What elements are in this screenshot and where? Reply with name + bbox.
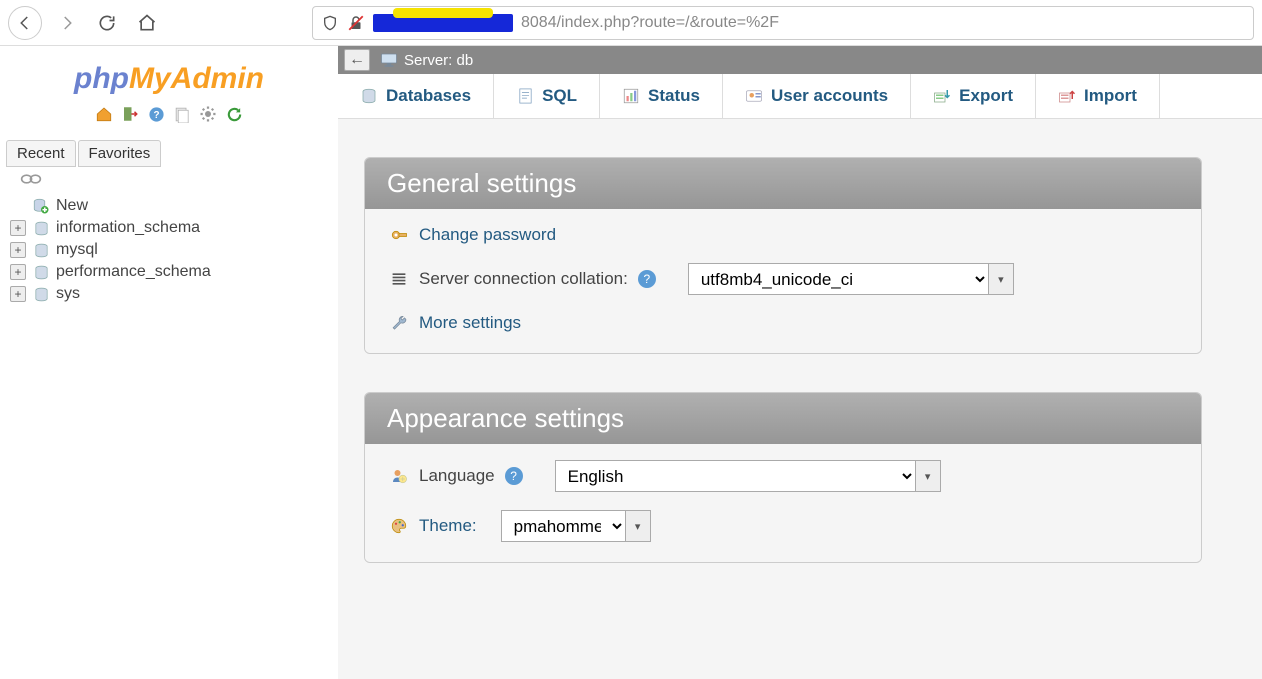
- db-icon: [32, 285, 50, 303]
- tab-label: User accounts: [771, 86, 888, 106]
- collation-label: Server connection collation:: [419, 269, 628, 289]
- db-icon: [32, 241, 50, 259]
- collation-icon: [389, 269, 409, 289]
- sidebar: phpMyAdmin ? Recent Favorites New +: [0, 46, 338, 679]
- tree-label: mysql: [56, 241, 98, 259]
- language-icon: [389, 466, 409, 486]
- key-lock-icon: [389, 225, 409, 245]
- tab-import[interactable]: Import: [1036, 74, 1160, 118]
- panel-general-settings: General settings Change password Server …: [364, 157, 1202, 354]
- tab-export[interactable]: Export: [911, 74, 1036, 118]
- tree-item-sys[interactable]: + sys: [6, 283, 332, 305]
- help-icon[interactable]: ?: [638, 270, 656, 288]
- lock-slash-icon[interactable]: [347, 14, 365, 32]
- content-area: ← Server: db Databases SQL Status User a…: [338, 46, 1262, 679]
- tree-label: New: [56, 197, 88, 215]
- collation-select-wrap[interactable]: utf8mb4_unicode_ci ▾: [688, 263, 1014, 295]
- tree-label: information_schema: [56, 219, 200, 237]
- sql-query-icon[interactable]: [172, 104, 192, 124]
- dropdown-chevron-icon[interactable]: ▾: [988, 263, 1014, 295]
- theme-select[interactable]: pmahomme: [501, 510, 625, 542]
- export-icon: [933, 87, 951, 105]
- wrench-icon: [389, 313, 409, 333]
- dropdown-chevron-icon[interactable]: ▾: [915, 460, 941, 492]
- url-text: 8084/index.php?route=/&route=%2F: [521, 14, 779, 32]
- reload-button[interactable]: [92, 8, 122, 38]
- panel-title: Appearance settings: [365, 393, 1201, 444]
- tab-label: Status: [648, 86, 700, 106]
- change-password-link[interactable]: Change password: [419, 225, 556, 245]
- expand-icon[interactable]: +: [10, 242, 26, 258]
- forward-button[interactable]: [52, 8, 82, 38]
- expand-icon[interactable]: +: [10, 264, 26, 280]
- url-redacted: [373, 14, 513, 32]
- address-bar[interactable]: 8084/index.php?route=/&route=%2F: [312, 6, 1254, 40]
- tab-label: SQL: [542, 86, 577, 106]
- sidebar-tabs: Recent Favorites: [6, 140, 332, 167]
- dropdown-chevron-icon[interactable]: ▾: [625, 510, 651, 542]
- expand-placeholder: [10, 198, 26, 214]
- language-select-wrap[interactable]: English ▾: [555, 460, 941, 492]
- db-icon: [32, 219, 50, 237]
- tree-item-information-schema[interactable]: + information_schema: [6, 217, 332, 239]
- home-icon[interactable]: [94, 104, 114, 124]
- users-icon: [745, 87, 763, 105]
- db-icon: [32, 263, 50, 281]
- back-button[interactable]: [8, 6, 42, 40]
- sidebar-icon-toolbar: ?: [6, 100, 332, 134]
- tab-label: Import: [1084, 86, 1137, 106]
- main-tabs: Databases SQL Status User accounts Expor…: [338, 74, 1262, 119]
- server-icon: [380, 52, 398, 68]
- new-db-icon: [32, 197, 50, 215]
- server-bar: ← Server: db: [338, 46, 1262, 74]
- tree-item-mysql[interactable]: + mysql: [6, 239, 332, 261]
- tab-label: Databases: [386, 86, 471, 106]
- collapse-pane-icon[interactable]: [6, 167, 332, 187]
- shield-icon[interactable]: [321, 14, 339, 32]
- server-label: Server: db: [404, 52, 473, 69]
- tab-status[interactable]: Status: [600, 74, 723, 118]
- help-icon[interactable]: ?: [505, 467, 523, 485]
- tab-favorites[interactable]: Favorites: [78, 140, 162, 167]
- tab-user-accounts[interactable]: User accounts: [723, 74, 911, 118]
- tree-item-new[interactable]: New: [6, 195, 332, 217]
- panel-title: General settings: [365, 158, 1201, 209]
- expand-icon[interactable]: +: [10, 286, 26, 302]
- tab-databases[interactable]: Databases: [338, 74, 494, 118]
- db-tree: New + information_schema + mysql + perfo…: [6, 195, 332, 305]
- theme-palette-icon: [389, 516, 409, 536]
- tree-label: sys: [56, 285, 80, 303]
- tree-label: performance_schema: [56, 263, 211, 281]
- phpmyadmin-logo[interactable]: phpMyAdmin: [6, 52, 332, 100]
- sql-icon: [516, 87, 534, 105]
- settings-gear-icon[interactable]: [198, 104, 218, 124]
- tab-label: Export: [959, 86, 1013, 106]
- reload-icon[interactable]: [224, 104, 244, 124]
- tree-item-performance-schema[interactable]: + performance_schema: [6, 261, 332, 283]
- browser-toolbar: 8084/index.php?route=/&route=%2F: [0, 0, 1262, 46]
- collation-select[interactable]: utf8mb4_unicode_ci: [688, 263, 988, 295]
- theme-label: Theme:: [419, 516, 477, 536]
- databases-icon: [360, 87, 378, 105]
- language-label: Language: [419, 466, 495, 486]
- home-button[interactable]: [132, 8, 162, 38]
- logout-icon[interactable]: [120, 104, 140, 124]
- tab-recent[interactable]: Recent: [6, 140, 76, 167]
- more-settings-link[interactable]: More settings: [419, 313, 521, 333]
- expand-icon[interactable]: +: [10, 220, 26, 236]
- collapse-sidebar-button[interactable]: ←: [344, 49, 370, 71]
- status-icon: [622, 87, 640, 105]
- svg-text:?: ?: [153, 110, 159, 121]
- import-icon: [1058, 87, 1076, 105]
- theme-select-wrap[interactable]: pmahomme ▾: [501, 510, 651, 542]
- tab-sql[interactable]: SQL: [494, 74, 600, 118]
- docs-help-icon[interactable]: ?: [146, 104, 166, 124]
- language-select[interactable]: English: [555, 460, 915, 492]
- panel-appearance-settings: Appearance settings Language ? English ▾: [364, 392, 1202, 563]
